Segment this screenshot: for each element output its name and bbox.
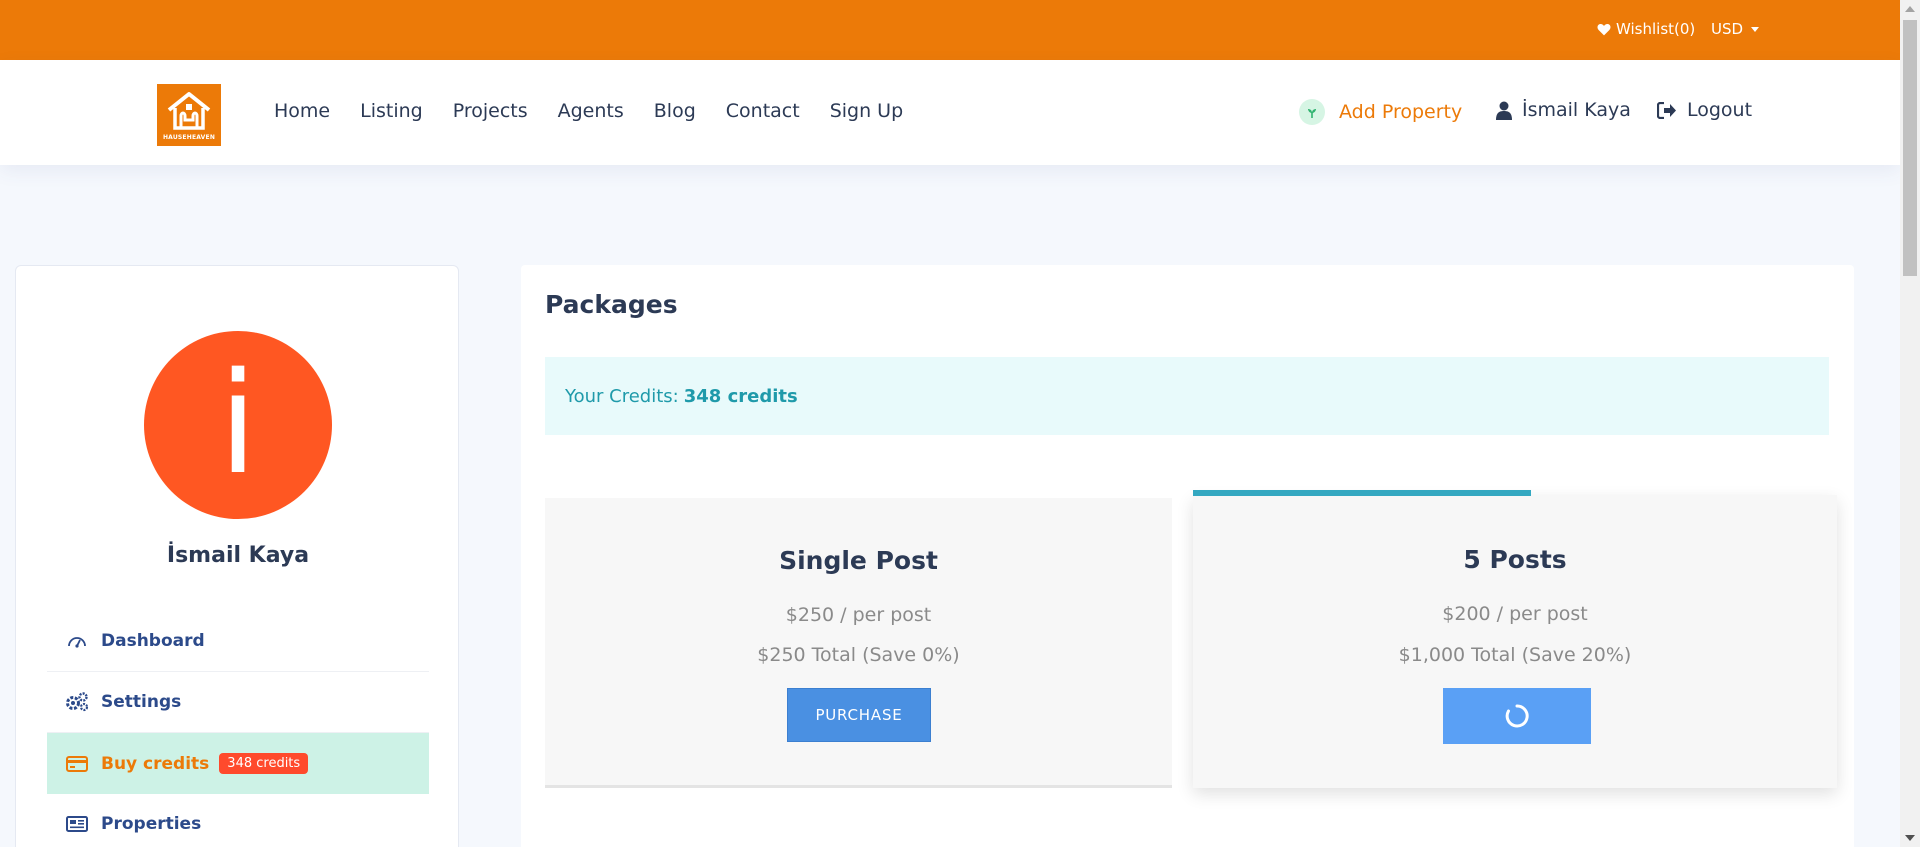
- logout-link[interactable]: Logout: [1657, 99, 1752, 121]
- gears-icon: [65, 692, 89, 712]
- highlight-bar: [1193, 490, 1531, 496]
- package-total: $250 Total (Save 0%): [757, 644, 960, 666]
- plant-icon: [1299, 99, 1325, 125]
- user-name-label: İsmail Kaya: [1522, 99, 1631, 121]
- newspaper-icon: [65, 816, 89, 832]
- nav-contact[interactable]: Contact: [726, 100, 800, 122]
- sidebar-item-label: Properties: [101, 814, 202, 834]
- package-total: $1,000 Total (Save 20%): [1398, 644, 1632, 666]
- avatar: i: [144, 331, 332, 519]
- credits-info-box: Your Credits: 348 credits: [545, 357, 1829, 435]
- profile-sidebar: i İsmail Kaya Dashboard Settings Buy cre…: [15, 265, 459, 847]
- page-scrollbar[interactable]: [1900, 0, 1920, 847]
- nav-agents[interactable]: Agents: [558, 100, 624, 122]
- sidebar-item-buy-credits[interactable]: Buy credits 348 credits: [47, 733, 429, 794]
- add-property-link[interactable]: Add Property: [1299, 99, 1462, 125]
- credit-card-icon: [65, 755, 89, 772]
- scroll-down-icon[interactable]: [1905, 835, 1915, 841]
- chevron-down-icon: [1751, 26, 1760, 32]
- sidebar-item-label: Settings: [101, 692, 182, 712]
- dashboard-icon: [65, 634, 89, 648]
- sidebar-item-properties[interactable]: Properties: [47, 794, 429, 847]
- main-nav: Home Listing Projects Agents Blog Contac…: [274, 100, 933, 122]
- sidebar-item-label: Buy credits: [101, 753, 210, 774]
- sidebar-item-label: Dashboard: [101, 631, 205, 651]
- logo-text: HAUSEHEAVEN: [162, 133, 216, 141]
- add-property-label: Add Property: [1339, 101, 1463, 123]
- purchase-button-loading[interactable]: [1443, 688, 1591, 744]
- spinner-icon: [1505, 704, 1529, 728]
- credits-badge: 348 credits: [219, 753, 309, 774]
- nav-listing[interactable]: Listing: [360, 100, 423, 122]
- top-bar: Wishlist(0) USD: [0, 0, 1900, 60]
- page-title: Packages: [545, 290, 678, 319]
- nav-home[interactable]: Home: [274, 100, 330, 122]
- house-logo-icon: [167, 91, 211, 130]
- packages-panel: Packages Your Credits: 348 credits Singl…: [521, 265, 1854, 847]
- profile-name: İsmail Kaya: [166, 543, 310, 568]
- nav-blog[interactable]: Blog: [654, 100, 696, 122]
- package-price: $200 / per post: [1442, 603, 1588, 625]
- nav-projects[interactable]: Projects: [453, 100, 528, 122]
- package-title: Single Post: [779, 546, 938, 575]
- user-profile-link[interactable]: İsmail Kaya: [1496, 99, 1631, 121]
- sign-out-icon: [1657, 101, 1676, 119]
- package-card: Single Post $250 / per post $250 Total (…: [545, 498, 1172, 788]
- sidebar-item-dashboard[interactable]: Dashboard: [47, 611, 429, 672]
- logout-label: Logout: [1687, 99, 1753, 121]
- currency-label: USD: [1711, 20, 1744, 38]
- main-header: HAUSEHEAVEN Home Listing Projects Agents…: [0, 60, 1900, 165]
- user-icon: [1496, 101, 1512, 120]
- wishlist-link[interactable]: Wishlist(0): [1597, 20, 1695, 38]
- sidebar-item-settings[interactable]: Settings: [47, 672, 429, 733]
- package-card-highlighted: 5 Posts $200 / per post $1,000 Total (Sa…: [1193, 490, 1837, 788]
- sidebar-menu: Dashboard Settings Buy credits 348 credi…: [47, 611, 429, 847]
- site-logo[interactable]: HAUSEHEAVEN: [157, 84, 221, 146]
- wishlist-label: Wishlist(0): [1616, 20, 1696, 38]
- purchase-button[interactable]: PURCHASE: [787, 688, 931, 742]
- currency-dropdown[interactable]: USD: [1711, 20, 1760, 38]
- nav-signup[interactable]: Sign Up: [830, 100, 903, 122]
- package-title: 5 Posts: [1463, 545, 1567, 574]
- scrollbar-thumb[interactable]: [1903, 20, 1917, 276]
- scroll-up-icon[interactable]: [1905, 6, 1915, 12]
- heart-icon: [1597, 23, 1611, 35]
- credits-value: 348 credits: [683, 385, 798, 407]
- package-price: $250 / per post: [785, 604, 932, 626]
- credits-label: Your Credits:: [565, 385, 679, 407]
